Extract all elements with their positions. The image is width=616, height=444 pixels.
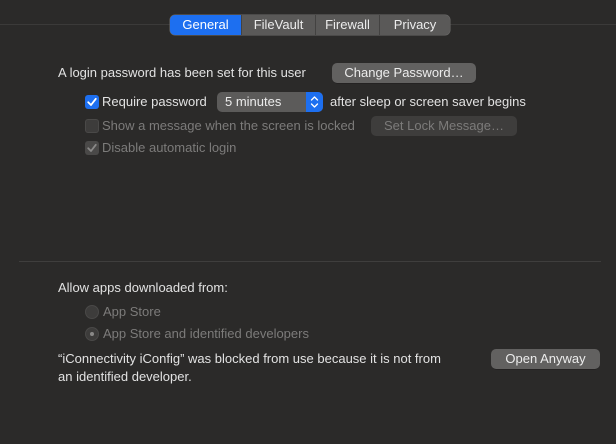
set-lock-message-button[interactable]: Set Lock Message… — [371, 116, 517, 136]
change-password-button[interactable]: Change Password… — [332, 63, 476, 83]
checkmark-icon — [87, 143, 97, 152]
blocked-message-line2: an identified developer. — [58, 369, 192, 384]
require-password-select-value: 5 minutes — [225, 94, 282, 109]
tab-privacy[interactable]: Privacy — [379, 15, 450, 35]
radio-app-store-identified-label: App Store and identified developers — [103, 326, 309, 341]
require-password-select[interactable]: 5 minutes — [217, 92, 323, 112]
require-password-checkbox[interactable] — [85, 95, 99, 109]
tab-filevault[interactable]: FileVault — [241, 15, 315, 35]
tab-general[interactable]: General — [170, 15, 241, 35]
updown-chevron-icon — [306, 92, 323, 112]
blocked-message-line1: “iConnectivity iConfig” was blocked from… — [58, 351, 441, 366]
open-anyway-button[interactable]: Open Anyway — [491, 349, 600, 369]
tab-firewall[interactable]: Firewall — [315, 15, 379, 35]
radio-selected-dot — [90, 332, 94, 336]
require-password-label: Require password — [102, 94, 207, 109]
checkmark-icon — [87, 97, 97, 106]
show-message-checkbox[interactable] — [85, 119, 99, 133]
disable-auto-login-label: Disable automatic login — [102, 140, 237, 155]
radio-app-store-label: App Store — [103, 304, 161, 319]
tab-bar: General FileVault Firewall Privacy — [170, 15, 450, 35]
disable-auto-login-checkbox[interactable] — [85, 141, 99, 155]
radio-app-store[interactable] — [85, 305, 99, 319]
section-divider — [19, 261, 601, 262]
login-password-label: A login password has been set for this u… — [58, 65, 306, 80]
allow-apps-label: Allow apps downloaded from: — [58, 280, 228, 295]
require-password-suffix: after sleep or screen saver begins — [330, 94, 526, 109]
radio-app-store-identified[interactable] — [85, 327, 99, 341]
show-message-label: Show a message when the screen is locked — [102, 118, 355, 133]
